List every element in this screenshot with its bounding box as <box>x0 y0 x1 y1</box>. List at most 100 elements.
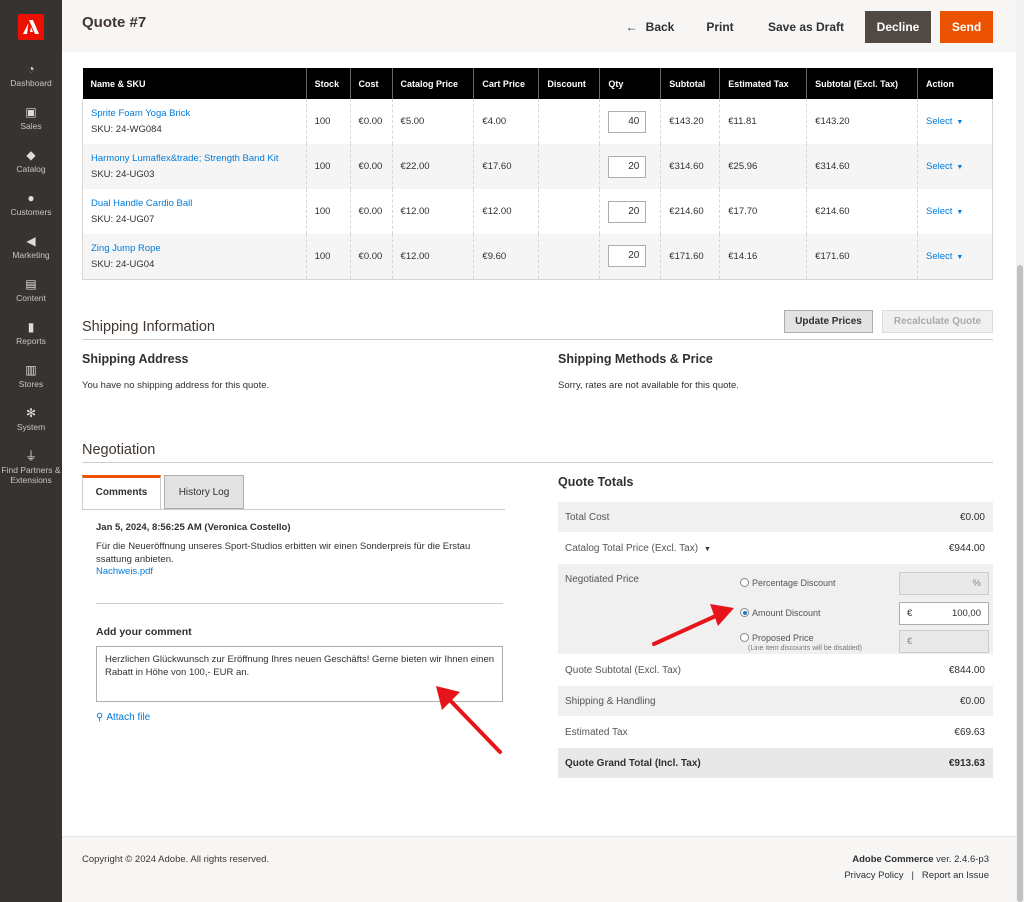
qty-input[interactable]: 20 <box>608 155 647 178</box>
tab-history-log[interactable]: History Log <box>164 475 244 509</box>
col-subtotal: Subtotal <box>660 68 720 99</box>
page-scrollbar[interactable] <box>1016 0 1024 902</box>
product-link[interactable]: Dual Handle Cardio Ball <box>91 198 298 209</box>
radio-circle <box>740 633 749 642</box>
cell-discount <box>538 99 600 144</box>
quote-subtotal-label: Quote Subtotal (Excl. Tax) <box>565 665 681 676</box>
tab-comments[interactable]: Comments <box>82 475 161 510</box>
update-prices-button[interactable]: Update Prices <box>784 310 873 333</box>
caret-down-icon: ▼ <box>956 253 964 261</box>
nav-dashboard-label: Dashboard <box>10 78 52 88</box>
amount-discount-option[interactable]: Amount Discount <box>740 608 821 618</box>
amount-discount-input[interactable]: €100,00 <box>899 602 989 625</box>
send-button[interactable]: Send <box>940 11 993 43</box>
back-label: Back <box>645 20 675 34</box>
nav-sales[interactable]: ▣ Sales <box>0 105 62 132</box>
store-icon: ▥ <box>25 363 37 377</box>
caret-down-icon: ▼ <box>956 209 964 216</box>
dollar-icon: ▣ <box>25 105 37 119</box>
cell-stock: 100 <box>305 234 351 280</box>
action-select[interactable]: Select ▼ <box>926 251 963 262</box>
cell-action: Select ▼ <box>916 234 994 280</box>
col-discount: Discount <box>538 68 600 99</box>
scrollbar-thumb[interactable] <box>1017 265 1023 902</box>
cell-stock: 100 <box>305 99 351 144</box>
cell-subtotal-excl: €143.20 <box>806 99 918 144</box>
cell-subtotal: €214.60 <box>660 189 720 234</box>
plug-icon: ⏚ <box>24 449 37 463</box>
nav-system[interactable]: ✻ System <box>0 407 62 433</box>
proposed-price-option[interactable]: Proposed Price <box>740 633 814 643</box>
total-cost-label: Total Cost <box>565 512 610 523</box>
page-footer: Copyright © 2024 Adobe. All rights reser… <box>62 836 1016 902</box>
cell-name-sku: Sprite Foam Yoga Brick SKU: 24-WG084 <box>82 99 307 144</box>
adobe-logo[interactable] <box>18 14 44 40</box>
decline-button[interactable]: Decline <box>865 11 931 43</box>
estimated-tax-label: Estimated Tax <box>565 727 628 738</box>
nav-marketing[interactable]: ◀ Marketing <box>0 235 62 261</box>
nav-catalog[interactable]: ◆ Catalog <box>0 149 62 175</box>
shipping-handling-value: €0.00 <box>959 696 985 707</box>
nav-customers[interactable]: ● Customers <box>0 192 62 218</box>
shipping-methods-text: Sorry, rates are not available for this … <box>558 380 739 391</box>
catalog-total-toggle[interactable]: Catalog Total Price (Excl. Tax) ▼ <box>565 543 711 554</box>
amount-discount-label: Amount Discount <box>752 608 821 618</box>
cell-cost: €0.00 <box>349 144 393 189</box>
cell-discount <box>538 144 600 189</box>
grand-total-row: Quote Grand Total (Incl. Tax) €913.63 <box>558 748 993 778</box>
back-button[interactable]: ← Back <box>622 11 678 43</box>
proposed-price-note: (Line item discounts will be disabled) <box>748 645 862 652</box>
nav-content[interactable]: ▤ Content <box>0 278 62 304</box>
percent-symbol: % <box>972 578 981 589</box>
report-issue-link[interactable]: Report an Issue <box>922 870 989 881</box>
privacy-policy-link[interactable]: Privacy Policy <box>844 870 903 881</box>
quote-totals-panel: Total Cost €0.00 Catalog Total Price (Ex… <box>558 502 993 779</box>
percentage-discount-option[interactable]: Percentage Discount <box>740 578 836 588</box>
cell-cart-price: €17.60 <box>473 144 539 189</box>
shipping-handling-row: Shipping & Handling €0.00 <box>558 686 993 716</box>
percentage-discount-input[interactable]: % <box>899 572 989 595</box>
adobe-a-icon <box>23 20 39 34</box>
cell-stock: 100 <box>305 144 351 189</box>
print-button[interactable]: Print <box>700 11 740 43</box>
catalog-total-row: Catalog Total Price (Excl. Tax) ▼ €944.00 <box>558 533 993 563</box>
add-comment-label: Add your comment <box>96 626 192 638</box>
proposed-price-input[interactable]: € <box>899 630 989 653</box>
qty-input[interactable]: 40 <box>608 110 647 133</box>
qty-input[interactable]: 20 <box>608 200 647 223</box>
cell-estimated-tax: €25.96 <box>719 144 807 189</box>
product-link[interactable]: Harmony Lumaflex&trade; Strength Band Ki… <box>91 153 298 164</box>
cell-subtotal-excl: €214.60 <box>806 189 918 234</box>
product-sku: SKU: 24-UG03 <box>91 169 155 180</box>
cell-catalog-price: €5.00 <box>391 99 474 144</box>
cell-cost: €0.00 <box>349 189 393 234</box>
table-row: Harmony Lumaflex&trade; Strength Band Ki… <box>82 144 994 189</box>
action-select[interactable]: Select ▼ <box>926 161 963 172</box>
qty-input[interactable]: 20 <box>608 245 647 268</box>
caret-down-icon: ▼ <box>956 164 964 171</box>
action-select-label: Select <box>925 250 953 262</box>
product-link[interactable]: Sprite Foam Yoga Brick <box>91 108 298 119</box>
copyright-text: Copyright © 2024 Adobe. All rights reser… <box>82 854 270 865</box>
action-select[interactable]: Select ▼ <box>926 206 963 217</box>
quote-subtotal-row: Quote Subtotal (Excl. Tax) €844.00 <box>558 655 993 685</box>
nav-find-partners[interactable]: ⏚ Find Partners & Extensions <box>0 449 62 486</box>
section-divider <box>82 462 993 463</box>
recalculate-quote-button[interactable]: Recalculate Quote <box>882 310 993 333</box>
cell-catalog-price: €12.00 <box>391 234 474 280</box>
cell-estimated-tax: €11.81 <box>719 99 807 144</box>
nav-find-partners-label: Find Partners & Extensions <box>1 465 61 485</box>
nav-dashboard[interactable]: ◔ Dashboard <box>0 63 62 89</box>
action-select[interactable]: Select ▼ <box>926 116 963 127</box>
annotation-arrow-comment <box>436 686 502 754</box>
cell-discount <box>538 189 600 234</box>
attachment-link[interactable]: Nachweis.pdf <box>96 566 153 577</box>
save-as-draft-button[interactable]: Save as Draft <box>762 11 850 43</box>
nav-reports[interactable]: ▮ Reports <box>0 321 62 347</box>
paperclip-icon: ⚲ <box>96 712 104 723</box>
table-row: Sprite Foam Yoga Brick SKU: 24-WG084 100 … <box>82 99 994 144</box>
product-link[interactable]: Zing Jump Rope <box>91 243 298 254</box>
col-cart-price: Cart Price <box>473 68 539 99</box>
attach-file-link[interactable]: ⚲ Attach file <box>96 712 150 723</box>
nav-stores[interactable]: ▥ Stores <box>0 363 62 390</box>
